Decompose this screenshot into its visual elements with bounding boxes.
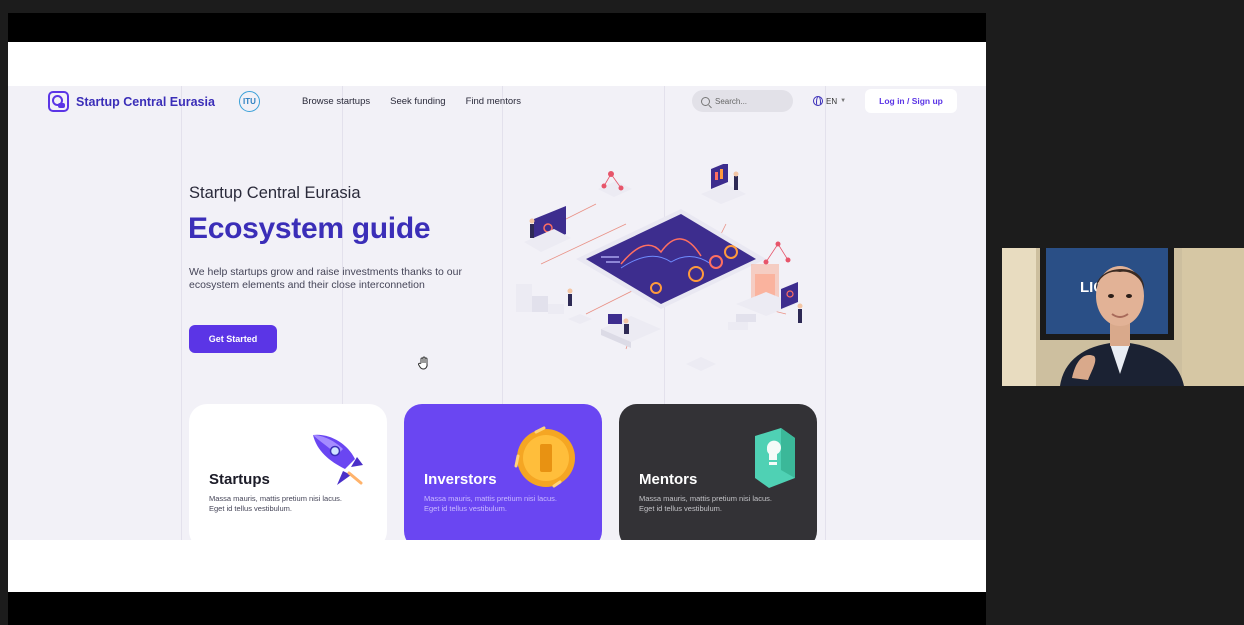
grid-line [181, 86, 182, 540]
card-title: Inverstors [424, 471, 497, 488]
language-selector[interactable]: EN ▼ [813, 96, 846, 106]
search-icon [701, 96, 710, 106]
hero-headline: Ecosystem guide [188, 212, 431, 245]
hero-tagline: We help startups grow and raise investme… [189, 266, 462, 291]
investors-card[interactable]: Inverstors Massa mauris, mattis pretium … [404, 404, 602, 540]
webcam-video-tile: LIGHT FI [1002, 248, 1244, 386]
isometric-dashboard-illustration [516, 164, 803, 371]
brand-logo-icon [48, 91, 69, 112]
mentors-card[interactable]: Mentors Massa mauris, mattis pretium nis… [619, 404, 817, 540]
brand-logo[interactable]: Startup Central Eurasia [48, 91, 215, 112]
website-viewport: Startup Central Eurasia ITU Browse start… [8, 86, 986, 540]
left-screen [524, 206, 571, 252]
partner-logo[interactable]: ITU [239, 91, 260, 112]
get-started-button[interactable]: Get Started [189, 325, 277, 353]
letterbox-bottom [8, 592, 986, 625]
page-bottom-margin [8, 540, 986, 592]
rocket-icon [313, 434, 363, 485]
search-box[interactable] [692, 90, 793, 112]
card-title: Mentors [639, 471, 698, 488]
screen-share-window: Startup Central Eurasia ITU Browse start… [0, 0, 1244, 625]
language-label: EN [826, 96, 838, 106]
login-signup-button[interactable]: Log in / Sign up [865, 89, 957, 113]
lightbulb-icon [755, 428, 795, 488]
letterbox-top [8, 13, 986, 42]
dashboard-platform [576, 209, 766, 309]
hero-eyebrow: Startup Central Eurasia [189, 184, 361, 202]
brand-name: Startup Central Eurasia [76, 94, 215, 109]
stairs-left [516, 284, 592, 324]
card-title: Startups [209, 471, 270, 488]
hand-cursor-icon [418, 356, 428, 370]
coin-icon [514, 426, 575, 488]
card-description: Massa mauris, mattis pretium nisi lacus.… [424, 494, 557, 513]
top-navigation: Startup Central Eurasia ITU Browse start… [8, 86, 986, 118]
nav-links: Browse startups Seek funding Find mentor… [302, 96, 521, 107]
startups-card[interactable]: Startups Massa mauris, mattis pretium ni… [189, 404, 387, 540]
top-pedestal [598, 171, 632, 197]
globe-icon [813, 96, 823, 106]
page-top-margin [8, 42, 986, 86]
top-right-screen [701, 164, 746, 204]
nav-link-find-mentors[interactable]: Find mentors [466, 96, 521, 107]
webcam-feed: LIGHT FI [1002, 248, 1244, 386]
chevron-down-icon: ▼ [840, 98, 847, 104]
nav-link-browse-startups[interactable]: Browse startups [302, 96, 370, 107]
card-description: Massa mauris, mattis pretium nisi lacus.… [639, 494, 772, 513]
search-input[interactable] [715, 96, 785, 106]
bottom-desk [601, 314, 716, 371]
card-description: Massa mauris, mattis pretium nisi lacus.… [209, 494, 342, 513]
nav-link-seek-funding[interactable]: Seek funding [390, 96, 445, 107]
